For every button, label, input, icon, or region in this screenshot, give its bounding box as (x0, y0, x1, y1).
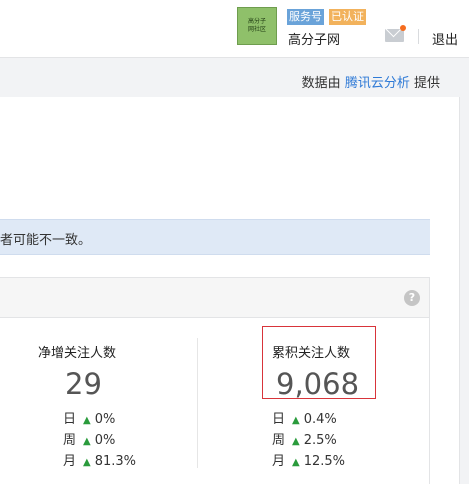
up-arrow-icon: ▲ (83, 457, 91, 468)
metric-change-day: 日 ▲ 0% (63, 410, 136, 431)
change-value: 0.4% (303, 412, 337, 427)
notice-text: 者可能不一致。 (0, 233, 92, 248)
verified-badge: 已认证 (329, 9, 366, 25)
change-value: 81.3% (94, 454, 137, 469)
period-label: 周 (63, 433, 77, 448)
help-icon[interactable]: ? (404, 290, 420, 306)
notice-banner: 者可能不一致。 (0, 219, 430, 255)
up-arrow-icon: ▲ (292, 436, 300, 447)
period-label: 日 (63, 412, 77, 427)
account-avatar[interactable]: 高分子 网社区 (237, 7, 277, 45)
period-label: 周 (272, 433, 286, 448)
provider-suffix: 提供 (413, 76, 440, 91)
change-value: 0% (94, 412, 116, 427)
mail-icon[interactable] (385, 29, 404, 42)
top-bar: 高分子 网社区 服务号 已认证 高分子网 退出 (0, 0, 469, 58)
metric-net-followers: 净增关注人数 29 日 ▲ 0% 周 ▲ 0% 月 ▲ 81.3% (38, 342, 136, 473)
logout-link[interactable]: 退出 (432, 29, 458, 48)
change-value: 0% (94, 433, 116, 448)
highlight-box (262, 326, 376, 399)
notification-dot-icon (400, 25, 406, 31)
metric-title: 净增关注人数 (38, 346, 117, 361)
metric-change-month: 月 ▲ 12.5% (272, 452, 359, 473)
change-value: 2.5% (303, 433, 337, 448)
account-name[interactable]: 高分子网 (288, 29, 340, 48)
data-provider-note: 数据由 腾讯云分析 提供 (302, 72, 440, 91)
metric-value: 29 (65, 367, 102, 401)
header-divider (418, 29, 419, 44)
service-account-badge: 服务号 (287, 9, 324, 25)
provider-prefix: 数据由 (301, 76, 341, 91)
period-label: 月 (272, 454, 286, 469)
stats-divider (197, 338, 198, 468)
avatar-text-line2: 网社区 (247, 26, 266, 33)
provider-link[interactable]: 腾讯云分析 (345, 76, 410, 91)
up-arrow-icon: ▲ (292, 457, 300, 468)
stats-card-header: ? (0, 278, 429, 318)
metric-change-day: 日 ▲ 0.4% (272, 410, 359, 431)
metric-change-week: 周 ▲ 0% (63, 431, 136, 452)
up-arrow-icon: ▲ (83, 436, 91, 447)
period-label: 月 (63, 454, 77, 469)
change-value: 12.5% (303, 454, 346, 469)
avatar-text-line1: 高分子 (247, 18, 266, 25)
up-arrow-icon: ▲ (83, 415, 91, 426)
metric-change-month: 月 ▲ 81.3% (63, 452, 136, 473)
period-label: 日 (272, 412, 286, 427)
up-arrow-icon: ▲ (292, 415, 300, 426)
metric-change-week: 周 ▲ 2.5% (272, 431, 359, 452)
